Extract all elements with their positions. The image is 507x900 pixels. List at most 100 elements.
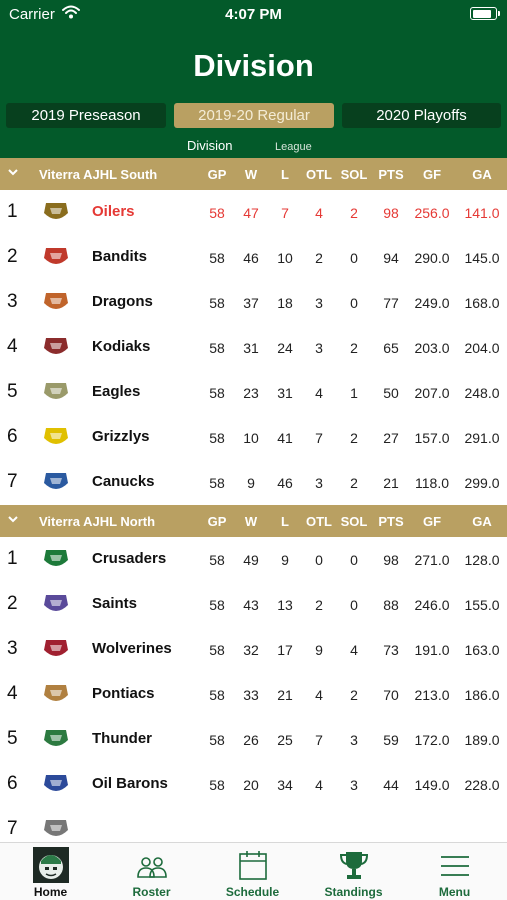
team-name: Saints — [92, 595, 138, 612]
stat-gf: 290.0 — [414, 250, 450, 266]
page-title: Division — [193, 48, 314, 83]
tab-menu-label: Menu — [438, 885, 471, 899]
table-row[interactable]: 4 Kodiaks 58 31 24 3 2 65 203.0 204.0 — [0, 325, 507, 370]
calendar-icon — [238, 851, 267, 880]
tab-standings-label: Standings — [324, 885, 383, 899]
people-icon — [136, 857, 167, 878]
status-bar: Carrier 4:07 PM — [0, 0, 507, 28]
table-row[interactable]: 7 Canucks 58 9 46 3 2 21 118.0 299.0 — [0, 460, 507, 505]
table-row[interactable]: 6 Oil Barons 58 20 34 4 3 44 149.0 228.0 — [0, 762, 507, 807]
team-name: Kodiaks — [92, 338, 151, 355]
tab-bar: Home Roster Schedule Standings Menu — [0, 842, 507, 900]
team-rank: 2 — [7, 246, 18, 267]
stat-ga: 128.0 — [464, 552, 500, 568]
team-name: Pontiacs — [92, 685, 155, 702]
stat-gf: 249.0 — [414, 295, 450, 311]
stat-gf: 207.0 — [414, 385, 450, 401]
stat-ga: 168.0 — [464, 295, 500, 311]
chevron-down-icon[interactable] — [7, 513, 19, 525]
season-tab-playoffs[interactable]: 2020 Playoffs — [342, 103, 501, 128]
team-name: Eagles — [92, 383, 141, 400]
table-row[interactable]: 7 — [0, 807, 507, 842]
season-tab-regular[interactable]: 2019-20 Regular — [174, 103, 334, 128]
team-logo-icon — [44, 595, 68, 611]
table-row[interactable]: 5 Eagles 58 23 31 4 1 50 207.0 248.0 — [0, 370, 507, 415]
team-rank: 1 — [7, 548, 18, 569]
stat-gf: 118.0 — [415, 475, 449, 491]
stat-ga: 163.0 — [464, 642, 500, 658]
team-logo-icon — [44, 338, 68, 354]
season-tabs: 2019 Preseason 2019-20 Regular 2020 Play… — [6, 103, 501, 128]
table-row[interactable]: 1 Oilers 58 47 7 4 2 98 256.0 141.0 — [0, 190, 507, 235]
stat-gf: 172.0 — [414, 732, 450, 748]
tab-roster[interactable]: Roster — [101, 843, 202, 900]
stat-ga: 145.0 — [464, 250, 500, 266]
stat-ga: 141.0 — [464, 205, 500, 221]
stat-ga: 228.0 — [464, 777, 500, 793]
table-row[interactable]: 6 Grizzlys 58 10 41 7 2 27 157.0 291.0 — [0, 415, 507, 460]
season-tab-preseason[interactable]: 2019 Preseason — [6, 103, 166, 128]
team-name: Oil Barons — [92, 775, 168, 792]
battery-icon — [470, 7, 500, 20]
tab-home[interactable]: Home — [0, 843, 101, 900]
team-rank: 7 — [7, 471, 18, 492]
table-row[interactable]: 2 Bandits 58 46 10 2 0 94 290.0 145.0 — [0, 235, 507, 280]
chevron-down-icon[interactable] — [7, 166, 19, 178]
team-logo-icon — [44, 685, 68, 701]
stat-gf: 191.0 — [414, 642, 450, 658]
tab-roster-label: Roster — [132, 885, 171, 899]
team-logo-icon — [44, 775, 68, 791]
team-rank: 4 — [7, 683, 18, 704]
team-logo-icon — [44, 293, 68, 309]
trophy-icon — [339, 852, 368, 879]
tab-standings[interactable]: Standings — [303, 843, 404, 900]
stat-gf: 203.0 — [414, 340, 450, 356]
column-header-ga: GA — [472, 167, 492, 182]
team-logo-icon — [44, 473, 68, 489]
stat-ga: 186.0 — [464, 687, 500, 703]
stat-gf: 246.0 — [414, 597, 450, 613]
team-rank: 7 — [7, 818, 18, 839]
section-header[interactable]: Viterra AJHL South GP W L OTL SOL PTS GF GA — [0, 158, 507, 190]
team-rank: 1 — [7, 201, 18, 222]
stat-gf: 149.0 — [414, 777, 450, 793]
tab-menu[interactable]: Menu — [404, 843, 505, 900]
team-rank: 6 — [7, 773, 18, 794]
tab-schedule-label: Schedule — [225, 885, 280, 899]
hamburger-icon — [440, 856, 469, 876]
table-row[interactable]: 5 Thunder 58 26 25 7 3 59 172.0 189.0 — [0, 717, 507, 762]
table-row[interactable]: 1 Crusaders 58 49 9 0 0 98 271.0 128.0 — [0, 537, 507, 582]
team-logo-icon — [44, 248, 68, 264]
tab-division[interactable]: Division — [187, 138, 233, 153]
team-logo-icon — [44, 428, 68, 444]
standings-table[interactable]: Viterra AJHL South GP W L OTL SOL PTS GF GA 1 Oile… — [0, 158, 507, 842]
team-name: Wolverines — [92, 640, 172, 657]
table-row[interactable]: 3 Dragons 58 37 18 3 0 77 249.0 168.0 — [0, 280, 507, 325]
column-header-ga: GA — [472, 514, 492, 529]
team-name: Grizzlys — [92, 428, 150, 445]
team-rank: 3 — [7, 638, 18, 659]
stat-gf: 271.0 — [414, 552, 450, 568]
team-name: Dragons — [92, 293, 153, 310]
team-rank: 4 — [7, 336, 18, 357]
team-rank: 5 — [7, 381, 18, 402]
team-logo-icon — [44, 203, 68, 219]
tab-schedule[interactable]: Schedule — [202, 843, 303, 900]
column-header-gf: GF — [422, 514, 442, 529]
table-row[interactable]: 2 Saints 58 43 13 2 0 88 246.0 155.0 — [0, 582, 507, 627]
team-rank: 3 — [7, 291, 18, 312]
team-rank: 2 — [7, 593, 18, 614]
team-logo-icon — [44, 640, 68, 656]
team-name: Canucks — [92, 473, 155, 490]
section-name: Viterra AJHL South — [39, 167, 158, 182]
team-name: Thunder — [92, 730, 152, 747]
table-row[interactable]: 4 Pontiacs 58 33 21 4 2 70 213.0 186.0 — [0, 672, 507, 717]
table-row[interactable]: 3 Wolverines 58 32 17 9 4 73 191.0 163.0 — [0, 627, 507, 672]
stat-ga: 299.0 — [464, 475, 500, 491]
team-rank: 5 — [7, 728, 18, 749]
section-header[interactable]: Viterra AJHL North GP W L OTL SOL PTS GF GA — [0, 505, 507, 537]
section-name: Viterra AJHL North — [39, 514, 156, 529]
tab-league[interactable]: League — [275, 141, 312, 153]
view-tabs: Division League — [0, 138, 507, 158]
stat-gf: 213.0 — [414, 687, 450, 703]
